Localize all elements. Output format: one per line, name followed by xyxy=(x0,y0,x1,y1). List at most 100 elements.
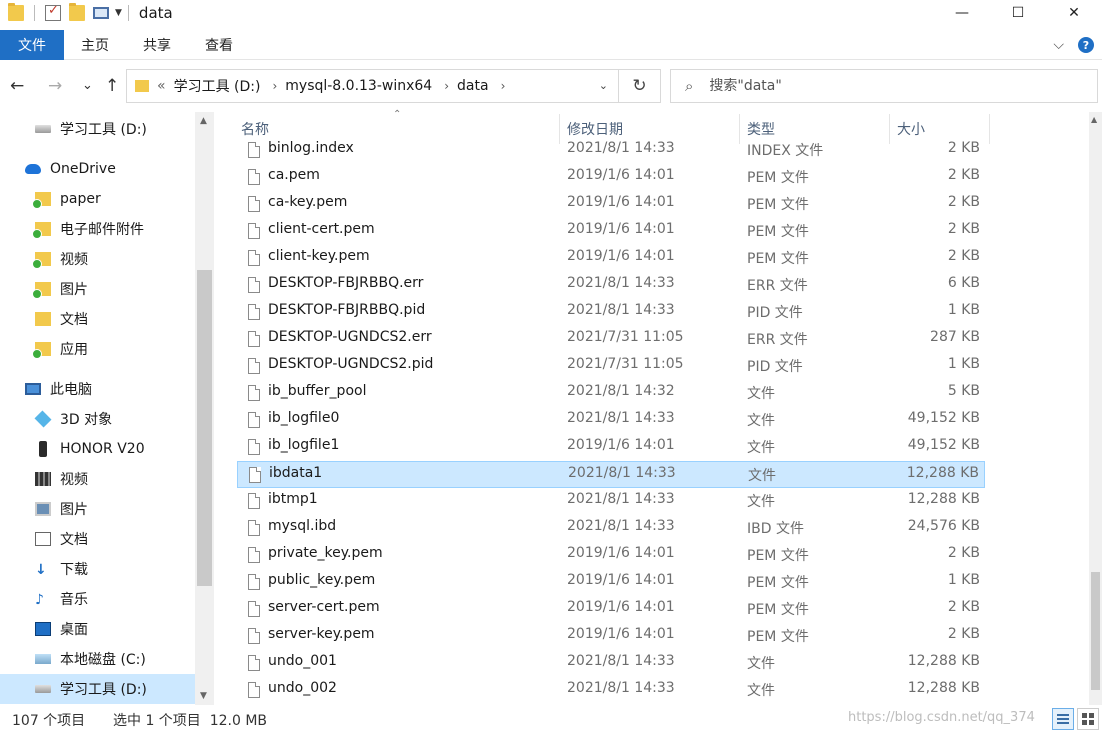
file-date-modified: 2019/1/6 14:01 xyxy=(567,221,675,237)
column-divider[interactable] xyxy=(989,114,990,144)
file-row[interactable]: ib_logfile0 2021/8/1 14:33 文件 49,152 KB xyxy=(237,407,985,434)
breadcrumb-overflow[interactable]: « xyxy=(157,78,166,94)
nav-item-this-pc[interactable]: 此电脑 xyxy=(0,374,196,404)
help-icon[interactable]: ? xyxy=(1078,37,1094,53)
file-type: PEM 文件 xyxy=(747,197,809,213)
properties-icon[interactable] xyxy=(45,3,61,21)
nav-item-desktop[interactable]: 桌面 xyxy=(0,614,196,644)
file-date-modified: 2019/1/6 14:01 xyxy=(567,194,675,210)
tab-view[interactable]: 查看 xyxy=(188,30,250,60)
file-list-scrollbar[interactable]: ▲ xyxy=(1089,112,1102,705)
maximize-button[interactable]: ☐ xyxy=(990,0,1046,26)
new-folder-icon[interactable] xyxy=(69,3,85,21)
minimize-button[interactable]: — xyxy=(934,0,990,26)
file-row[interactable]: ib_logfile1 2019/1/6 14:01 文件 49,152 KB xyxy=(237,434,985,461)
file-row[interactable]: client-cert.pem 2019/1/6 14:01 PEM 文件 2 KB xyxy=(237,218,985,245)
nav-item-drive-d-top[interactable]: 学习工具 (D:) xyxy=(0,114,196,144)
quick-access-toolbar: ▼ xyxy=(0,0,135,26)
nav-item-music[interactable]: ♪ 音乐 xyxy=(0,584,196,614)
back-button[interactable]: ← xyxy=(10,76,24,96)
large-icons-view-button[interactable] xyxy=(1077,708,1099,730)
tab-home[interactable]: 主页 xyxy=(64,30,126,60)
file-row[interactable]: mysql.ibd 2021/8/1 14:33 IBD 文件 24,576 KB xyxy=(237,515,985,542)
nav-item-drive-d[interactable]: 学习工具 (D:) xyxy=(0,674,196,704)
rename-icon[interactable] xyxy=(93,7,109,19)
file-row[interactable]: undo_002 2021/8/1 14:33 文件 12,288 KB xyxy=(237,677,985,704)
details-view-button[interactable] xyxy=(1052,708,1074,730)
file-icon xyxy=(248,142,260,158)
nav-item-drive-c[interactable]: 本地磁盘 (C:) xyxy=(0,644,196,674)
chevron-right-icon[interactable]: › xyxy=(501,79,506,93)
nav-item-onedrive[interactable]: OneDrive xyxy=(0,154,196,184)
nav-item-email-attachments[interactable]: 电子邮件附件 xyxy=(0,214,196,244)
recent-locations-chevron-icon[interactable]: ⌄ xyxy=(82,78,93,93)
file-row[interactable]: ca-key.pem 2019/1/6 14:01 PEM 文件 2 KB xyxy=(237,191,985,218)
details-view-icon xyxy=(1057,714,1069,724)
file-row[interactable]: public_key.pem 2019/1/6 14:01 PEM 文件 1 KB xyxy=(237,569,985,596)
document-icon xyxy=(35,532,51,546)
scroll-up-arrow-icon[interactable]: ▲ xyxy=(200,116,207,126)
nav-item-videos[interactable]: 视频 xyxy=(0,464,196,494)
file-row[interactable]: ibtmp1 2021/8/1 14:33 文件 12,288 KB xyxy=(237,488,985,515)
breadcrumb-data[interactable]: data xyxy=(457,78,489,94)
file-row[interactable]: server-cert.pem 2019/1/6 14:01 PEM 文件 2 KB xyxy=(237,596,985,623)
file-date-modified: 2021/8/1 14:33 xyxy=(567,275,675,291)
scroll-down-arrow-icon[interactable]: ▼ xyxy=(200,691,207,701)
file-row-selected[interactable]: ibdata1 2021/8/1 14:33 文件 12,288 KB xyxy=(237,461,985,488)
file-row[interactable]: DESKTOP-FBJRBBQ.pid 2021/8/1 14:33 PID 文件 1… xyxy=(237,299,985,326)
scroll-up-arrow-icon[interactable]: ▲ xyxy=(1091,115,1097,124)
nav-item-honor-v20[interactable]: HONOR V20 xyxy=(0,434,196,464)
breadcrumb-drive[interactable]: 学习工具 (D:) xyxy=(174,76,261,96)
address-bar[interactable]: « 学习工具 (D:) › mysql-8.0.13-winx64 › data… xyxy=(126,69,661,103)
file-row[interactable]: ib_buffer_pool 2021/8/1 14:32 文件 5 KB xyxy=(237,380,985,407)
nav-item-onedrive-videos[interactable]: 视频 xyxy=(0,244,196,274)
file-size: 2 KB xyxy=(947,140,980,156)
status-bar: 107 个项目 选中 1 个项目 12.0 MB https://blog.cs… xyxy=(0,706,1102,735)
scrollbar-thumb[interactable] xyxy=(1091,572,1100,690)
file-row[interactable]: private_key.pem 2019/1/6 14:01 PEM 文件 2 KB xyxy=(237,542,985,569)
nav-item-downloads[interactable]: ↓ 下载 xyxy=(0,554,196,584)
file-row[interactable]: DESKTOP-UGNDCS2.pid 2021/7/31 11:05 PID 文件… xyxy=(237,353,985,380)
file-type: 文件 xyxy=(748,468,776,484)
expand-ribbon-chevron-icon[interactable]: ⌵ xyxy=(1053,37,1064,53)
nav-item-apps[interactable]: 应用 xyxy=(0,334,196,364)
search-input[interactable] xyxy=(709,78,1050,94)
file-type: IBD 文件 xyxy=(747,521,804,537)
file-icon xyxy=(248,493,260,509)
refresh-button[interactable]: ↻ xyxy=(618,70,660,102)
nav-item-onedrive-pictures[interactable]: 图片 xyxy=(0,274,196,304)
tab-file[interactable]: 文件 xyxy=(0,29,64,60)
file-row[interactable]: undo_001 2021/8/1 14:33 文件 12,288 KB xyxy=(237,650,985,677)
file-row[interactable]: server-key.pem 2019/1/6 14:01 PEM 文件 2 KB xyxy=(237,623,985,650)
breadcrumb-mysql[interactable]: mysql-8.0.13-winx64 xyxy=(285,78,432,94)
close-button[interactable]: ✕ xyxy=(1046,0,1102,26)
file-row[interactable]: DESKTOP-UGNDCS2.err 2021/7/31 11:05 ERR 文件… xyxy=(237,326,985,353)
file-row[interactable]: ca.pem 2019/1/6 14:01 PEM 文件 2 KB xyxy=(237,164,985,191)
tab-share[interactable]: 共享 xyxy=(126,30,188,60)
nav-item-label: 音乐 xyxy=(60,592,88,608)
file-icon xyxy=(248,277,260,293)
file-type: PID 文件 xyxy=(747,359,803,375)
nav-item-paper[interactable]: paper xyxy=(0,184,196,214)
chevron-right-icon[interactable]: › xyxy=(444,79,449,93)
folder-icon[interactable] xyxy=(8,3,24,21)
nav-item-3d-objects[interactable]: 3D 对象 xyxy=(0,404,196,434)
navigation-pane-scrollbar[interactable]: ▲ ▼ xyxy=(195,112,214,705)
chevron-right-icon[interactable]: › xyxy=(272,79,277,93)
file-row[interactable]: DESKTOP-FBJRBBQ.err 2021/8/1 14:33 ERR 文件 6… xyxy=(237,272,985,299)
nav-item-label: 桌面 xyxy=(60,622,88,638)
customize-toolbar-chevron-icon[interactable]: ▼ xyxy=(115,8,122,18)
folder-icon xyxy=(32,282,51,299)
forward-button[interactable]: → xyxy=(48,76,62,96)
up-button[interactable]: ↑ xyxy=(105,76,119,96)
file-icon xyxy=(248,304,260,320)
file-row[interactable]: client-key.pem 2019/1/6 14:01 PEM 文件 2 KB xyxy=(237,245,985,272)
nav-item-onedrive-documents[interactable]: 文档 xyxy=(0,304,196,334)
address-dropdown-icon[interactable]: ⌄ xyxy=(599,79,608,92)
file-row[interactable]: binlog.index 2021/8/1 14:33 INDEX 文件 2 KB xyxy=(237,137,985,164)
toolbar-separator xyxy=(34,5,35,21)
nav-item-pictures[interactable]: 图片 xyxy=(0,494,196,524)
nav-item-documents[interactable]: 文档 xyxy=(0,524,196,554)
scrollbar-thumb[interactable] xyxy=(197,270,212,586)
search-box[interactable]: ⌕ xyxy=(670,69,1098,103)
